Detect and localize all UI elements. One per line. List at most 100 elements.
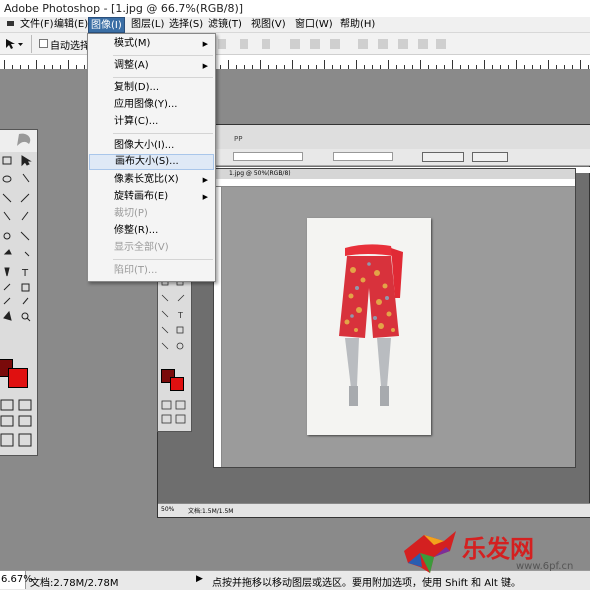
menu-item-canvas-size[interactable]: 画布大小(S)... (89, 154, 214, 170)
toolbox-tools[interactable]: T (0, 154, 37, 354)
submenu-arrow-icon: ▶ (202, 176, 208, 184)
ruler-tick (580, 60, 581, 69)
ruler-tick (4, 60, 5, 69)
toolbox-header (0, 130, 37, 152)
status-arrow-icon[interactable]: ▶ (196, 574, 203, 584)
menu-separator (113, 259, 213, 260)
ruler-tick (228, 60, 229, 69)
nested-toolbox: T (157, 274, 192, 432)
svg-text:T: T (21, 268, 29, 279)
ruler-tick (532, 65, 533, 69)
ruler-tick (68, 60, 69, 69)
menu-help[interactable]: 帮助(H) (338, 17, 377, 33)
ruler-tick (36, 60, 37, 69)
menu-filter[interactable]: 滤镜(T) (206, 17, 244, 33)
watermark-url: www.6pf.cn (516, 561, 574, 572)
mode-buttons[interactable] (0, 398, 37, 454)
background-color-swatch[interactable] (8, 368, 28, 388)
status-doc-info: 文档:2.78M/2.78M (30, 578, 119, 589)
ruler-tick (340, 65, 341, 69)
image-menu-dropdown: 模式(M) ▶ 调整(A) ▶ 复制(D)... 应用图像(Y)... 计算(C).… (87, 33, 216, 282)
menu-item-calculations[interactable]: 计算(C)... (89, 114, 214, 130)
menu-item-trim[interactable]: 修整(R)... (89, 223, 214, 239)
ruler-tick (444, 65, 445, 69)
ruler-tick (28, 65, 29, 69)
nested-doc-info: 文档:1.5M/1.5M (188, 508, 234, 515)
menu-edit[interactable]: 编辑(E) (52, 17, 90, 33)
ruler-tick (452, 60, 453, 69)
ruler-tick (572, 65, 573, 69)
menu-file[interactable]: 文件(F) (18, 17, 56, 33)
ruler-tick (308, 65, 309, 69)
ruler-tick (284, 65, 285, 69)
ruler-tick (380, 65, 381, 69)
menu-select[interactable]: 选择(S) (167, 17, 205, 33)
ruler-tick (428, 65, 429, 69)
ruler-tick (524, 65, 525, 69)
menu-item-apply-image[interactable]: 应用图像(Y)... (89, 97, 214, 113)
ruler-tick (460, 65, 461, 69)
menu-separator (113, 55, 213, 56)
menu-item-image-size[interactable]: 图像大小(I)... (89, 138, 214, 154)
move-tool-preset-icon[interactable] (4, 37, 26, 54)
menu-separator (113, 133, 213, 134)
menu-item-duplicate[interactable]: 复制(D)... (89, 80, 214, 96)
ruler-tick (292, 60, 293, 69)
menu-item-rotate-canvas[interactable]: 旋转画布(E) ▶ (89, 189, 214, 205)
document-title-bar: 1.jpg @ 50%(RGB/8) (214, 169, 575, 179)
nested-button-1 (422, 152, 464, 162)
menu-item-pixel-aspect-ratio[interactable]: 像素长宽比(X) ▶ (89, 172, 214, 188)
ruler-tick (236, 65, 237, 69)
svg-text:T: T (177, 311, 183, 320)
ruler-tick (332, 65, 333, 69)
nested-tool-icons: T (161, 278, 185, 350)
watermark-brand: 乐发网 (462, 534, 534, 563)
menu-image[interactable]: 图像(I) (88, 17, 125, 33)
menu-item-pixel-aspect-label: 像素长宽比(X) (114, 174, 179, 185)
submenu-arrow-icon: ▶ (202, 62, 208, 70)
document-top-ruler (214, 179, 575, 187)
menu-item-trap: 陷印(T)... (114, 265, 158, 276)
menu-item-rotate-label: 旋转画布(E) (114, 191, 169, 202)
ruler-tick (60, 65, 61, 69)
ruler-tick (564, 65, 565, 69)
ruler-tick (420, 60, 421, 69)
menu-layer[interactable]: 图层(L) (129, 17, 166, 33)
align-buttons (218, 37, 448, 54)
nested-mode-buttons (161, 400, 186, 424)
window-title: Adobe Photoshop - [1.jpg @ 66.7%(RGB/8)] (4, 2, 244, 15)
ruler-tick (396, 65, 397, 69)
ruler-tick (484, 60, 485, 69)
menu-item-adjust-label: 调整(A) (114, 60, 149, 71)
toolbox: T (0, 129, 38, 456)
ruler-tick (388, 60, 389, 69)
menu-item-crop: 裁切(P) (114, 208, 148, 219)
menu-item-mode[interactable]: 模式(M) ▶ (89, 36, 214, 52)
ruler-tick (436, 65, 437, 69)
ruler-tick (492, 65, 493, 69)
auto-select-label: 自动选择 (50, 41, 90, 52)
ruler-tick (76, 65, 77, 69)
ruler-tick (556, 65, 557, 69)
ruler-tick (260, 60, 261, 69)
document-canvas[interactable] (307, 218, 431, 435)
submenu-arrow-icon: ▶ (202, 40, 208, 48)
submenu-arrow-icon: ▶ (202, 193, 208, 201)
menu-bar: 文件(F) 编辑(E) 图像(I) 图层(L) 选择(S) 滤镜(T) 视图(V… (0, 17, 590, 33)
ruler-tick (548, 60, 549, 69)
menu-view[interactable]: 视图(V) (249, 17, 288, 33)
menu-window[interactable]: 窗口(W) (293, 17, 335, 33)
ruler-tick (412, 65, 413, 69)
auto-select-checkbox[interactable] (39, 39, 48, 48)
ruler-tick (476, 65, 477, 69)
ruler-tick (220, 65, 221, 69)
ruler-tick (84, 65, 85, 69)
nested-menu-bar: PP (158, 125, 590, 149)
app-icon[interactable] (4, 17, 14, 33)
image-document-window: 1.jpg @ 50%(RGB/8) (213, 168, 576, 468)
nested-status-bar: 50% 文档:1.5M/1.5M (158, 503, 590, 517)
ruler-tick (44, 65, 45, 69)
ruler-tick (372, 65, 373, 69)
status-zoom[interactable]: 6.67% (0, 571, 33, 589)
menu-item-adjust[interactable]: 调整(A) ▶ (89, 58, 214, 74)
